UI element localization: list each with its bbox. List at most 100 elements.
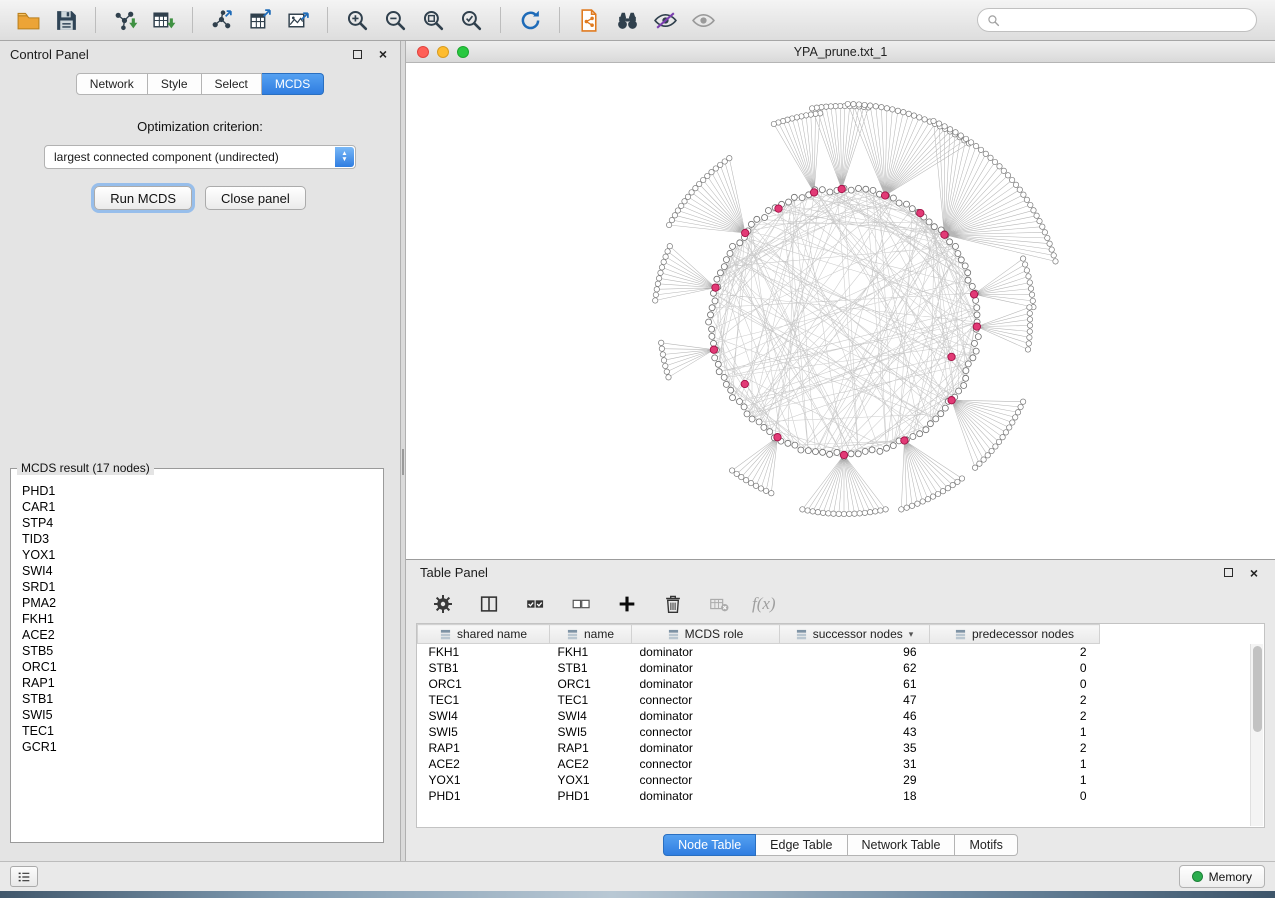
table-cell[interactable]: 2 — [930, 708, 1100, 724]
table-cell[interactable]: PHD1 — [550, 788, 632, 804]
show-button[interactable] — [685, 4, 721, 36]
tab-mcds[interactable]: MCDS — [262, 73, 324, 95]
tab-motifs[interactable]: Motifs — [955, 834, 1017, 856]
tab-edge-table[interactable]: Edge Table — [756, 834, 847, 856]
table-row[interactable]: ACE2ACE2connector311 — [418, 756, 1100, 772]
mcds-result-item[interactable]: ORC1 — [22, 659, 382, 675]
column-header-name[interactable]: name — [550, 625, 632, 644]
mcds-result-item[interactable]: SRD1 — [22, 579, 382, 595]
function-builder-button[interactable]: f(x) — [752, 594, 776, 614]
criterion-select[interactable]: largest connected component (undirected)… — [44, 145, 356, 169]
table-cell[interactable]: 18 — [780, 788, 930, 804]
tab-node-table[interactable]: Node Table — [663, 834, 756, 856]
tab-network[interactable]: Network — [76, 73, 148, 95]
table-cell[interactable]: 62 — [780, 660, 930, 676]
table-scrollbar[interactable] — [1250, 644, 1263, 826]
refresh-button[interactable] — [512, 4, 548, 36]
table-cell[interactable]: 0 — [930, 788, 1100, 804]
run-mcds-button[interactable]: Run MCDS — [94, 186, 192, 210]
mcds-result-item[interactable]: YOX1 — [22, 547, 382, 563]
table-row[interactable]: PHD1PHD1dominator180 — [418, 788, 1100, 804]
share-document-button[interactable] — [571, 4, 607, 36]
table-settings-button[interactable] — [430, 591, 456, 617]
table-cell[interactable]: dominator — [632, 788, 780, 804]
float-table-panel-icon[interactable] — [1221, 566, 1235, 580]
zoom-out-button[interactable] — [377, 4, 413, 36]
column-header-MCDS-role[interactable]: MCDS role — [632, 625, 780, 644]
table-cell[interactable]: SWI5 — [418, 724, 550, 740]
table-cell[interactable]: dominator — [632, 676, 780, 692]
delete-column-button[interactable] — [660, 591, 686, 617]
table-cell[interactable]: TEC1 — [418, 692, 550, 708]
mcds-result-item[interactable]: FKH1 — [22, 611, 382, 627]
table-cell[interactable]: STB1 — [550, 660, 632, 676]
table-cell[interactable]: ACE2 — [418, 756, 550, 772]
table-cell[interactable]: 29 — [780, 772, 930, 788]
minimize-window-icon[interactable] — [437, 46, 449, 58]
table-cell[interactable]: dominator — [632, 660, 780, 676]
export-image-button[interactable] — [280, 4, 316, 36]
zoom-in-button[interactable] — [339, 4, 375, 36]
mcds-result-item[interactable]: STB1 — [22, 691, 382, 707]
tab-select[interactable]: Select — [202, 73, 262, 95]
table-cell[interactable]: 96 — [780, 644, 930, 661]
tab-style[interactable]: Style — [148, 73, 202, 95]
table-cell[interactable]: dominator — [632, 740, 780, 756]
import-network-button[interactable] — [107, 4, 143, 36]
table-cell[interactable]: YOX1 — [418, 772, 550, 788]
column-header-successor-nodes[interactable]: successor nodes▾ — [780, 625, 930, 644]
mcds-result-item[interactable]: SWI5 — [22, 707, 382, 723]
table-cell[interactable]: 1 — [930, 724, 1100, 740]
float-panel-icon[interactable] — [350, 47, 364, 61]
mcds-result-list[interactable]: PHD1CAR1STP4TID3YOX1SWI4SRD1PMA2FKH1ACE2… — [12, 479, 382, 841]
zoom-selected-button[interactable] — [453, 4, 489, 36]
table-cell[interactable]: RAP1 — [550, 740, 632, 756]
table-cell[interactable]: dominator — [632, 644, 780, 661]
mcds-result-item[interactable]: STB5 — [22, 643, 382, 659]
mcds-result-item[interactable]: GCR1 — [22, 739, 382, 755]
export-network-button[interactable] — [204, 4, 240, 36]
table-cell[interactable]: FKH1 — [418, 644, 550, 661]
network-canvas[interactable] — [406, 63, 1275, 559]
table-cell[interactable]: 61 — [780, 676, 930, 692]
table-row[interactable]: SWI5SWI5connector431 — [418, 724, 1100, 740]
table-cell[interactable]: RAP1 — [418, 740, 550, 756]
table-cell[interactable]: 47 — [780, 692, 930, 708]
table-cell[interactable]: dominator — [632, 708, 780, 724]
table-cell[interactable]: connector — [632, 756, 780, 772]
table-cell[interactable]: connector — [632, 692, 780, 708]
table-cell[interactable]: 0 — [930, 676, 1100, 692]
delete-table-button[interactable] — [706, 591, 732, 617]
toggle-visibility-button[interactable] — [647, 4, 683, 36]
table-row[interactable]: SWI4SWI4dominator462 — [418, 708, 1100, 724]
network-window-titlebar[interactable]: YPA_prune.txt_1 — [406, 41, 1275, 63]
search-field[interactable] — [977, 8, 1257, 32]
mcds-result-item[interactable]: CAR1 — [22, 499, 382, 515]
table-row[interactable]: FKH1FKH1dominator962 — [418, 644, 1100, 661]
mcds-result-item[interactable]: TEC1 — [22, 723, 382, 739]
zoom-fit-button[interactable] — [415, 4, 451, 36]
table-cell[interactable]: 31 — [780, 756, 930, 772]
table-cell[interactable]: connector — [632, 724, 780, 740]
table-row[interactable]: TEC1TEC1connector472 — [418, 692, 1100, 708]
table-cell[interactable]: ORC1 — [418, 676, 550, 692]
table-cell[interactable]: 0 — [930, 660, 1100, 676]
close-table-panel-icon[interactable]: × — [1247, 566, 1261, 580]
table-cell[interactable]: 1 — [930, 756, 1100, 772]
deselect-all-button[interactable] — [568, 591, 594, 617]
table-cell[interactable]: 2 — [930, 692, 1100, 708]
table-cell[interactable]: 35 — [780, 740, 930, 756]
table-cell[interactable]: 2 — [930, 644, 1100, 661]
table-cell[interactable]: SWI5 — [550, 724, 632, 740]
scrollbar-thumb[interactable] — [1253, 646, 1262, 732]
column-header-predecessor-nodes[interactable]: predecessor nodes — [930, 625, 1100, 644]
table-cell[interactable]: 1 — [930, 772, 1100, 788]
export-table-button[interactable] — [242, 4, 278, 36]
memory-button[interactable]: Memory — [1179, 865, 1265, 888]
show-columns-button[interactable] — [476, 591, 502, 617]
table-cell[interactable]: SWI4 — [418, 708, 550, 724]
network-graph[interactable] — [406, 63, 1275, 559]
table-cell[interactable]: 43 — [780, 724, 930, 740]
import-table-button[interactable] — [145, 4, 181, 36]
table-row[interactable]: RAP1RAP1dominator352 — [418, 740, 1100, 756]
